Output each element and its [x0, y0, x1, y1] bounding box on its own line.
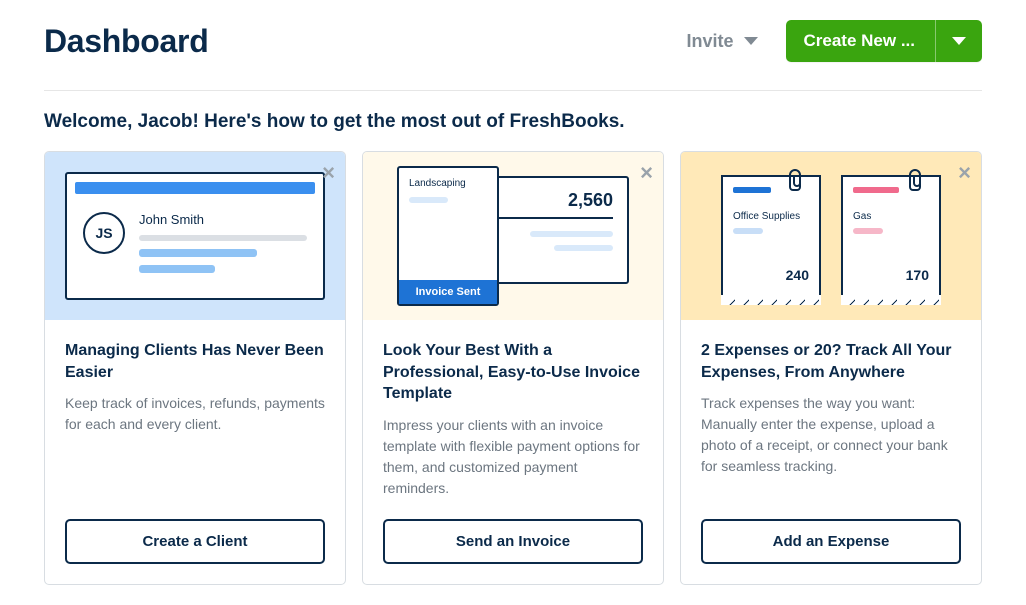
create-new-caret[interactable]: [935, 20, 982, 62]
card-desc: Keep track of invoices, refunds, payment…: [65, 393, 325, 435]
chevron-down-icon: [744, 37, 758, 45]
receipt-amount: 240: [786, 267, 809, 283]
create-new-label: Create New ...: [786, 20, 936, 62]
card-desc: Impress your clients with an invoice tem…: [383, 415, 643, 499]
card-desc: Track expenses the way you want: Manuall…: [701, 393, 961, 477]
chevron-down-icon: [952, 37, 966, 45]
close-icon[interactable]: ×: [958, 162, 971, 184]
add-expense-button[interactable]: Add an Expense: [701, 519, 961, 564]
card-clients: × JS John Smith Managing Clients Has Nev…: [44, 151, 346, 585]
receipts-graphic: Office Supplies 240 Gas 170: [721, 175, 941, 297]
send-invoice-button[interactable]: Send an Invoice: [383, 519, 643, 564]
card-title: Look Your Best With a Professional, Easy…: [383, 340, 643, 405]
avatar-initials: JS: [83, 212, 125, 254]
paperclip-icon: [789, 169, 801, 191]
receipt-amount: 170: [906, 267, 929, 283]
invoice-graphic: 2,560 Landscaping Invoice Sent: [397, 166, 629, 306]
receipt-label: Office Supplies: [733, 211, 809, 222]
card-illustration: × JS John Smith: [45, 152, 345, 320]
card-illustration: × 2,560 Landscaping Invoice Sent: [363, 152, 663, 320]
card-title: 2 Expenses or 20? Track All Your Expense…: [701, 340, 961, 383]
invite-button[interactable]: Invite: [686, 31, 757, 52]
paperclip-icon: [909, 169, 921, 191]
page-title: Dashboard: [44, 23, 208, 60]
onboarding-cards: × JS John Smith Managing Clients Has Nev…: [44, 151, 982, 585]
welcome-text: Welcome, Jacob! Here's how to get the mo…: [44, 111, 982, 133]
sample-name: John Smith: [139, 212, 307, 227]
invoice-sent-badge: Invoice Sent: [399, 280, 497, 304]
card-expenses: × Office Supplies 240 Gas 170: [680, 151, 982, 585]
invite-label: Invite: [686, 31, 733, 52]
close-icon[interactable]: ×: [640, 162, 653, 184]
card-illustration: × Office Supplies 240 Gas 170: [681, 152, 981, 320]
card-invoice: × 2,560 Landscaping Invoice Sent L: [362, 151, 664, 585]
sample-invoice-label: Landscaping: [409, 178, 487, 189]
create-client-button[interactable]: Create a Client: [65, 519, 325, 564]
person-card-graphic: JS John Smith: [65, 172, 325, 300]
create-new-button[interactable]: Create New ...: [786, 20, 983, 62]
card-title: Managing Clients Has Never Been Easier: [65, 340, 325, 383]
close-icon[interactable]: ×: [322, 162, 335, 184]
sample-amount: 2,560: [495, 190, 613, 211]
receipt-label: Gas: [853, 211, 929, 222]
